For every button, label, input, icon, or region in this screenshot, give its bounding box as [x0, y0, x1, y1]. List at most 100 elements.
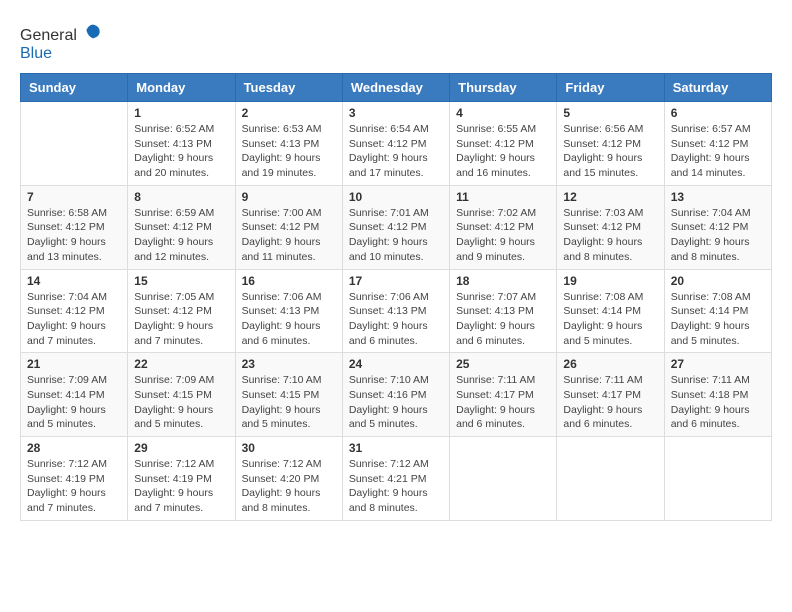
calendar-cell: 8 Sunrise: 6:59 AMSunset: 4:12 PMDaylight…	[128, 185, 235, 269]
logo-general-text: General	[20, 27, 77, 44]
day-number: 11	[456, 190, 550, 204]
day-number: 24	[349, 357, 443, 371]
calendar-cell	[664, 437, 771, 521]
calendar-cell: 25 Sunrise: 7:11 AMSunset: 4:17 PMDayligh…	[450, 353, 557, 437]
day-number: 18	[456, 274, 550, 288]
calendar-week-row: 7 Sunrise: 6:58 AMSunset: 4:12 PMDaylight…	[21, 185, 772, 269]
day-info: Sunrise: 7:11 AMSunset: 4:18 PMDaylight:…	[671, 373, 765, 432]
calendar-cell: 2 Sunrise: 6:53 AMSunset: 4:13 PMDaylight…	[235, 102, 342, 186]
day-info: Sunrise: 7:09 AMSunset: 4:14 PMDaylight:…	[27, 373, 121, 432]
day-number: 8	[134, 190, 228, 204]
day-number: 5	[563, 106, 657, 120]
day-info: Sunrise: 7:12 AMSunset: 4:19 PMDaylight:…	[134, 457, 228, 516]
weekday-header: Tuesday	[235, 74, 342, 102]
calendar-cell: 7 Sunrise: 6:58 AMSunset: 4:12 PMDaylight…	[21, 185, 128, 269]
calendar-week-row: 28 Sunrise: 7:12 AMSunset: 4:19 PMDayligh…	[21, 437, 772, 521]
day-number: 14	[27, 274, 121, 288]
day-info: Sunrise: 7:05 AMSunset: 4:12 PMDaylight:…	[134, 290, 228, 349]
day-info: Sunrise: 7:07 AMSunset: 4:13 PMDaylight:…	[456, 290, 550, 349]
calendar-cell: 1Sunrise: 6:52 AMSunset: 4:13 PMDaylight…	[128, 102, 235, 186]
day-info: Sunrise: 6:59 AMSunset: 4:12 PMDaylight:…	[134, 206, 228, 265]
calendar-week-row: 14Sunrise: 7:04 AMSunset: 4:12 PMDayligh…	[21, 269, 772, 353]
weekday-header: Thursday	[450, 74, 557, 102]
weekday-header: Wednesday	[342, 74, 449, 102]
day-number: 7	[27, 190, 121, 204]
calendar-cell: 26Sunrise: 7:11 AMSunset: 4:17 PMDayligh…	[557, 353, 664, 437]
weekday-header: Sunday	[21, 74, 128, 102]
day-info: Sunrise: 7:04 AMSunset: 4:12 PMDaylight:…	[671, 206, 765, 265]
calendar-cell: 9Sunrise: 7:00 AMSunset: 4:12 PMDaylight…	[235, 185, 342, 269]
logo: General Blue	[20, 20, 103, 63]
day-number: 20	[671, 274, 765, 288]
day-info: Sunrise: 7:08 AMSunset: 4:14 PMDaylight:…	[563, 290, 657, 349]
calendar-cell: 11 Sunrise: 7:02 AMSunset: 4:12 PMDayligh…	[450, 185, 557, 269]
day-info: Sunrise: 7:06 AMSunset: 4:13 PMDaylight:…	[242, 290, 336, 349]
day-number: 22	[134, 357, 228, 371]
day-number: 23	[242, 357, 336, 371]
day-number: 21	[27, 357, 121, 371]
day-info: Sunrise: 7:08 AMSunset: 4:14 PMDaylight:…	[671, 290, 765, 349]
day-info: Sunrise: 6:53 AMSunset: 4:13 PMDaylight:…	[242, 122, 336, 181]
calendar-cell: 31Sunrise: 7:12 AMSunset: 4:21 PMDayligh…	[342, 437, 449, 521]
calendar-cell: 4Sunrise: 6:55 AMSunset: 4:12 PMDaylight…	[450, 102, 557, 186]
page-header: General Blue	[20, 20, 772, 63]
calendar-header-row: SundayMondayTuesdayWednesdayThursdayFrid…	[21, 74, 772, 102]
day-number: 6	[671, 106, 765, 120]
calendar-cell: 24 Sunrise: 7:10 AMSunset: 4:16 PMDayligh…	[342, 353, 449, 437]
calendar-body: 1Sunrise: 6:52 AMSunset: 4:13 PMDaylight…	[21, 102, 772, 521]
weekday-header: Monday	[128, 74, 235, 102]
day-number: 30	[242, 441, 336, 455]
calendar-cell: 12Sunrise: 7:03 AMSunset: 4:12 PMDayligh…	[557, 185, 664, 269]
calendar-cell: 22Sunrise: 7:09 AMSunset: 4:15 PMDayligh…	[128, 353, 235, 437]
calendar-cell: 10Sunrise: 7:01 AMSunset: 4:12 PMDayligh…	[342, 185, 449, 269]
day-number: 13	[671, 190, 765, 204]
calendar-cell: 15 Sunrise: 7:05 AMSunset: 4:12 PMDayligh…	[128, 269, 235, 353]
day-info: Sunrise: 7:10 AMSunset: 4:15 PMDaylight:…	[242, 373, 336, 432]
calendar-week-row: 1Sunrise: 6:52 AMSunset: 4:13 PMDaylight…	[21, 102, 772, 186]
day-number: 2	[242, 106, 336, 120]
day-info: Sunrise: 7:12 AMSunset: 4:20 PMDaylight:…	[242, 457, 336, 516]
day-number: 19	[563, 274, 657, 288]
day-info: Sunrise: 7:03 AMSunset: 4:12 PMDaylight:…	[563, 206, 657, 265]
day-info: Sunrise: 7:10 AMSunset: 4:16 PMDaylight:…	[349, 373, 443, 432]
calendar-cell: 13 Sunrise: 7:04 AMSunset: 4:12 PMDayligh…	[664, 185, 771, 269]
day-number: 28	[27, 441, 121, 455]
day-info: Sunrise: 7:00 AMSunset: 4:12 PMDaylight:…	[242, 206, 336, 265]
day-number: 17	[349, 274, 443, 288]
day-number: 16	[242, 274, 336, 288]
day-info: Sunrise: 6:57 AMSunset: 4:12 PMDaylight:…	[671, 122, 765, 181]
day-info: Sunrise: 7:11 AMSunset: 4:17 PMDaylight:…	[456, 373, 550, 432]
calendar-cell: 17 Sunrise: 7:06 AMSunset: 4:13 PMDayligh…	[342, 269, 449, 353]
calendar-cell: 23 Sunrise: 7:10 AMSunset: 4:15 PMDayligh…	[235, 353, 342, 437]
day-info: Sunrise: 7:06 AMSunset: 4:13 PMDaylight:…	[349, 290, 443, 349]
weekday-header: Saturday	[664, 74, 771, 102]
logo-blue-text: Blue	[20, 45, 52, 62]
day-number: 1	[134, 106, 228, 120]
calendar-cell	[21, 102, 128, 186]
day-number: 27	[671, 357, 765, 371]
day-number: 29	[134, 441, 228, 455]
day-info: Sunrise: 6:58 AMSunset: 4:12 PMDaylight:…	[27, 206, 121, 265]
day-info: Sunrise: 7:01 AMSunset: 4:12 PMDaylight:…	[349, 206, 443, 265]
day-number: 3	[349, 106, 443, 120]
day-info: Sunrise: 7:02 AMSunset: 4:12 PMDaylight:…	[456, 206, 550, 265]
calendar-table: SundayMondayTuesdayWednesdayThursdayFrid…	[20, 73, 772, 521]
day-info: Sunrise: 7:12 AMSunset: 4:21 PMDaylight:…	[349, 457, 443, 516]
calendar-cell	[557, 437, 664, 521]
day-number: 15	[134, 274, 228, 288]
logo-icon	[83, 20, 103, 40]
calendar-cell: 29 Sunrise: 7:12 AMSunset: 4:19 PMDayligh…	[128, 437, 235, 521]
calendar-cell: 18 Sunrise: 7:07 AMSunset: 4:13 PMDayligh…	[450, 269, 557, 353]
calendar-cell	[450, 437, 557, 521]
calendar-cell: 27 Sunrise: 7:11 AMSunset: 4:18 PMDayligh…	[664, 353, 771, 437]
calendar-cell: 5Sunrise: 6:56 AMSunset: 4:12 PMDaylight…	[557, 102, 664, 186]
calendar-cell: 6 Sunrise: 6:57 AMSunset: 4:12 PMDaylight…	[664, 102, 771, 186]
calendar-cell: 14Sunrise: 7:04 AMSunset: 4:12 PMDayligh…	[21, 269, 128, 353]
calendar-cell: 20 Sunrise: 7:08 AMSunset: 4:14 PMDayligh…	[664, 269, 771, 353]
calendar-cell: 16 Sunrise: 7:06 AMSunset: 4:13 PMDayligh…	[235, 269, 342, 353]
calendar-cell: 30 Sunrise: 7:12 AMSunset: 4:20 PMDayligh…	[235, 437, 342, 521]
day-info: Sunrise: 7:12 AMSunset: 4:19 PMDaylight:…	[27, 457, 121, 516]
day-number: 4	[456, 106, 550, 120]
day-number: 26	[563, 357, 657, 371]
day-number: 25	[456, 357, 550, 371]
